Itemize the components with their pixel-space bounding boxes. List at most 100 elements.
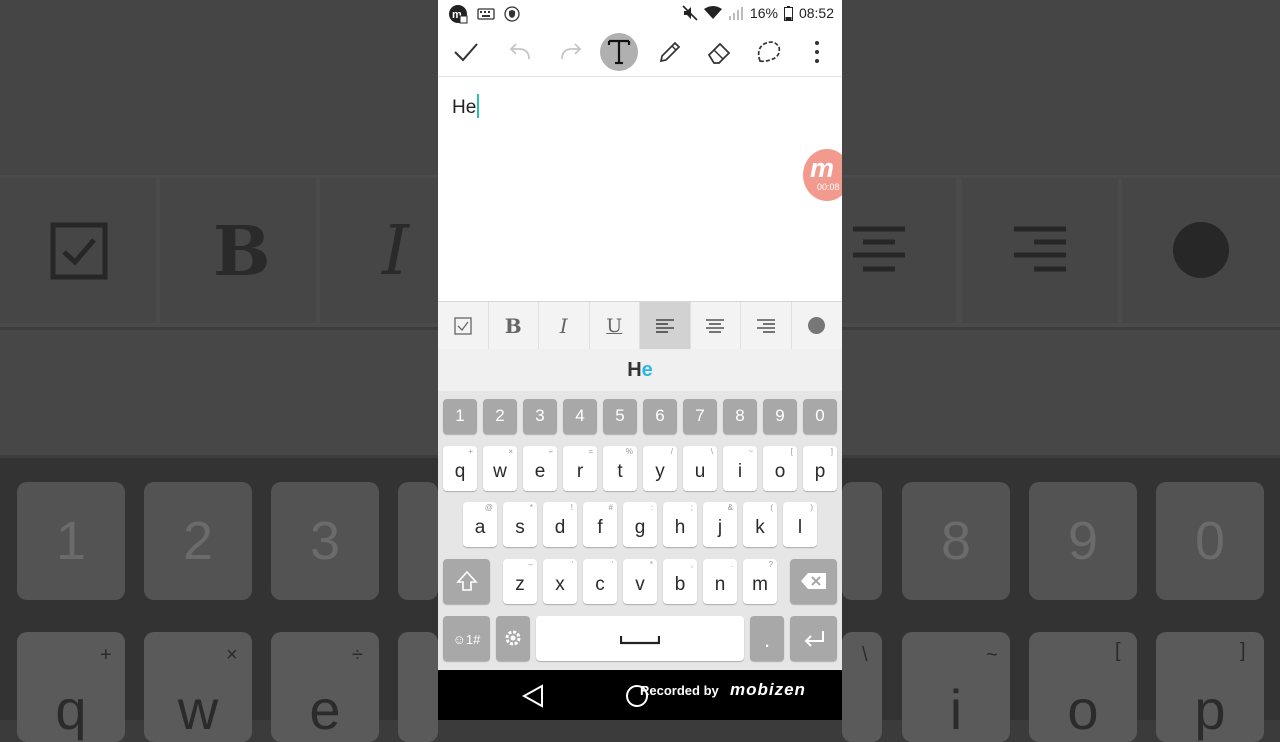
background-align-right-icon (1014, 226, 1066, 272)
key-o[interactable]: [o (763, 446, 797, 491)
more-vert-icon (815, 41, 819, 63)
format-bar: B I U (438, 301, 842, 350)
key-w[interactable]: × w (483, 446, 517, 491)
redo-icon (561, 43, 582, 60)
gear-icon (505, 630, 521, 646)
enter-key[interactable] (790, 616, 837, 661)
space-key[interactable] (536, 616, 744, 661)
background-key: 8 (902, 482, 1010, 600)
text-mode-button[interactable] (600, 33, 638, 71)
key-8[interactable]: 8 (723, 399, 757, 434)
key-9[interactable]: 9 (763, 399, 797, 434)
done-button[interactable] (446, 32, 486, 72)
key-u[interactable]: \ u (683, 446, 717, 491)
recorded-by-label: Recorded by (640, 683, 719, 698)
background-key: 0 (1156, 482, 1264, 600)
background-key-hint: ~ (986, 644, 998, 666)
format-bold-button[interactable]: B (489, 302, 539, 349)
key-3[interactable]: 3 (523, 399, 557, 434)
key-z[interactable]: – z (503, 559, 537, 604)
wifi-icon (703, 6, 722, 19)
key-4[interactable]: 4 (563, 399, 597, 434)
format-color-button[interactable] (792, 302, 843, 349)
key-g[interactable]: :g (623, 502, 657, 547)
key-v[interactable]: * v (623, 559, 657, 604)
checkbox-icon (454, 316, 472, 335)
key-j[interactable]: & j (703, 502, 737, 547)
align-right-icon (756, 318, 775, 333)
background-format-cell (320, 178, 438, 323)
key-a[interactable]: @ a (463, 502, 497, 547)
key-b[interactable]: ,b (663, 559, 697, 604)
symbols-key[interactable]: ☺1# (443, 616, 490, 661)
key-f[interactable]: # f (583, 502, 617, 547)
bold-icon: B (504, 313, 522, 338)
key-0[interactable]: 0 (803, 399, 837, 434)
key-h[interactable]: ; h (663, 502, 697, 547)
note-toolbar (438, 28, 842, 77)
eraser-tool-button[interactable] (699, 32, 739, 72)
key-y[interactable]: / y (643, 446, 677, 491)
background-bold-glyph: B (213, 212, 271, 292)
key-6[interactable]: 6 (643, 399, 677, 434)
key-n[interactable]: .n (703, 559, 737, 604)
key-s[interactable]: * s (503, 502, 537, 547)
enter-icon (804, 631, 824, 647)
background-key: 1 (17, 482, 125, 600)
undo-button[interactable] (501, 32, 541, 72)
backspace-key[interactable] (790, 559, 837, 604)
undo-icon (509, 43, 530, 60)
pen-tool-button[interactable] (650, 32, 690, 72)
background-color-dot (1173, 222, 1229, 278)
key-l[interactable]: ) l (783, 502, 817, 547)
key-i[interactable]: ~ i (723, 446, 757, 491)
key-5[interactable]: 5 (603, 399, 637, 434)
text-caret (477, 94, 480, 118)
key-2[interactable]: 2 (483, 399, 517, 434)
key-c[interactable]: ' c (583, 559, 617, 604)
background-key (398, 632, 438, 742)
recorder-logo: m (810, 153, 835, 183)
format-italic-button[interactable]: I (539, 302, 590, 349)
format-underline-button[interactable]: U (590, 302, 640, 349)
word-suggestion[interactable]: He (438, 349, 842, 391)
format-align-right-button[interactable] (741, 302, 792, 349)
mute-icon (682, 5, 698, 21)
align-left-icon (655, 318, 674, 333)
eraser-icon (707, 42, 731, 64)
period-key[interactable]: . (750, 616, 784, 661)
shield-icon (504, 6, 520, 22)
note-editor[interactable]: He (438, 77, 842, 301)
lasso-icon (757, 41, 781, 63)
format-align-center-button[interactable] (691, 302, 741, 349)
key-1[interactable]: 1 (443, 399, 477, 434)
lasso-tool-button[interactable] (748, 32, 788, 72)
key-k[interactable]: (k (743, 502, 777, 547)
phone-screen: m 16% 08:52 He m 00:08 B I U He 1 2 3 4 … (438, 0, 842, 720)
back-nav-icon[interactable] (522, 684, 544, 708)
navigation-bar: Recorded by mobizen (438, 670, 842, 720)
key-7[interactable]: 7 (683, 399, 717, 434)
background-key-hint: [ (1115, 640, 1121, 662)
keyboard-settings-key[interactable] (496, 616, 530, 661)
key-m[interactable]: ? m (743, 559, 777, 604)
key-e[interactable]: ÷ e (523, 446, 557, 491)
key-d[interactable]: ! d (543, 502, 577, 547)
more-options-button[interactable] (797, 32, 837, 72)
note-text[interactable]: He (452, 94, 480, 119)
redo-button[interactable] (550, 32, 590, 72)
key-t[interactable]: % t (603, 446, 637, 491)
key-p[interactable]: ] p (803, 446, 837, 491)
key-q[interactable]: + q (443, 446, 477, 491)
text-tool-icon (607, 39, 631, 65)
italic-icon: I (559, 313, 568, 338)
battery-percent: 16% (749, 5, 778, 21)
background-key-hint: ÷ (352, 644, 363, 666)
format-checkbox-button[interactable] (438, 302, 489, 349)
key-r[interactable]: = r (563, 446, 597, 491)
shift-key[interactable] (443, 559, 490, 604)
format-align-left-button[interactable] (640, 302, 691, 349)
key-x[interactable]: ' x (543, 559, 577, 604)
space-icon (620, 636, 660, 645)
background-key (398, 482, 438, 600)
